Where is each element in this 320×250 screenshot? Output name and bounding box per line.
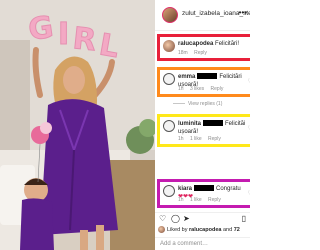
liker-name[interactable]: ralucapodea — [189, 227, 221, 233]
likes-count[interactable]: 72 — [234, 227, 240, 233]
comment-text-line: ralucapodea Felicitări! — [178, 40, 250, 48]
post-header: zulut_izabela_ioana_ste ••• — [155, 0, 250, 31]
reply-button[interactable]: Reply — [194, 50, 207, 56]
commenter-name[interactable]: kiara — [178, 186, 192, 192]
share-icon[interactable]: ➤ — [183, 215, 190, 223]
redaction-bar — [194, 185, 215, 192]
add-comment-input[interactable]: Add a comment… — [155, 237, 250, 250]
commenter-avatar[interactable] — [163, 40, 175, 52]
commenter-avatar[interactable] — [163, 73, 175, 85]
comment-text: Felicităi — [225, 121, 246, 127]
reply-button[interactable]: Reply — [211, 86, 224, 92]
comment-time: 1h — [178, 197, 184, 203]
commenter-name[interactable]: ralucapodea — [178, 41, 213, 47]
comment-meta: 18m Reply — [178, 50, 212, 56]
post-photo[interactable]: G I R L — [0, 0, 155, 250]
svg-text:G: G — [26, 10, 55, 48]
comment-likes[interactable]: 1 like — [190, 136, 202, 142]
comment-meta: 1h 3 likes Reply — [178, 86, 228, 92]
liked-by-joiner: and — [222, 226, 233, 233]
reply-button[interactable]: Reply — [208, 197, 221, 203]
comment-meta: 1h 1 like Reply — [178, 197, 226, 203]
comment-text-line: kiara Congratu — [178, 185, 250, 193]
comment-time: 1h — [178, 86, 184, 92]
comment-time: 1h — [178, 136, 184, 142]
comment-text-line: luminita Felicităi — [178, 120, 250, 128]
photo-scene: G I R L — [0, 0, 155, 250]
comments-panel: zulut_izabela_ioana_ste ••• ralucapodea … — [155, 0, 250, 250]
liker-avatar — [158, 226, 165, 233]
comment-item: luminita Felicităi ușoară! ♡ 1h 1 like Re… — [157, 114, 250, 147]
comment-item: ralucapodea Felicitări! 18m Reply — [157, 34, 250, 61]
heart-icon[interactable]: ♡ — [248, 125, 250, 132]
commenter-avatar[interactable] — [163, 185, 175, 197]
heart-icon[interactable]: ♡ — [159, 215, 166, 223]
liked-by-prefix: Liked by — [167, 226, 188, 233]
heart-icon[interactable]: ♡ — [248, 78, 250, 85]
comment-likes[interactable]: 1 like — [190, 197, 202, 203]
reply-button[interactable]: Reply — [208, 136, 221, 142]
comment-text-line-2: ușoară! — [178, 129, 199, 135]
view-replies-label: View replies (1) — [188, 101, 223, 107]
bookmark-icon[interactable]: ▯ — [242, 215, 246, 223]
comment-text: Felicitări! — [215, 41, 240, 47]
commenter-avatar[interactable] — [163, 120, 175, 132]
commenter-name[interactable]: emma — [178, 74, 195, 80]
comment-item: kiaraCongratu ❤❤❤ ♡ 1h 1 like Reply — [157, 179, 250, 208]
redaction-bar — [203, 120, 224, 127]
comment-likes[interactable]: 3 likes — [190, 86, 204, 92]
comment-item: emmaFelicitări ușoară! ♡ 1h 3 likes Repl… — [157, 67, 250, 97]
comment-meta: 1h 1 like Reply — [178, 136, 226, 142]
author-avatar[interactable] — [162, 7, 178, 23]
more-dots-icon[interactable]: ••• — [239, 8, 247, 17]
comment-text-line: emma Felicitări — [178, 73, 250, 81]
comment-time: 18m — [178, 50, 188, 56]
comment-text: Felicitări — [219, 74, 242, 80]
post-actions-bar: ♡ ◯ ➤ ▯ — [155, 212, 250, 225]
view-replies-button[interactable]: View replies (1) — [173, 101, 222, 107]
heart-icon[interactable]: ♡ — [248, 190, 250, 197]
svg-text:R: R — [71, 21, 98, 58]
redaction-bar — [197, 73, 218, 80]
commenter-name[interactable]: luminita — [178, 121, 201, 127]
comment-text: Congratu — [216, 186, 241, 192]
liked-by-line[interactable]: Liked by ralucapodea and 72 — [158, 226, 240, 233]
comment-icon[interactable]: ◯ — [171, 215, 180, 223]
svg-text:I: I — [58, 17, 69, 52]
divider-line — [173, 103, 185, 105]
